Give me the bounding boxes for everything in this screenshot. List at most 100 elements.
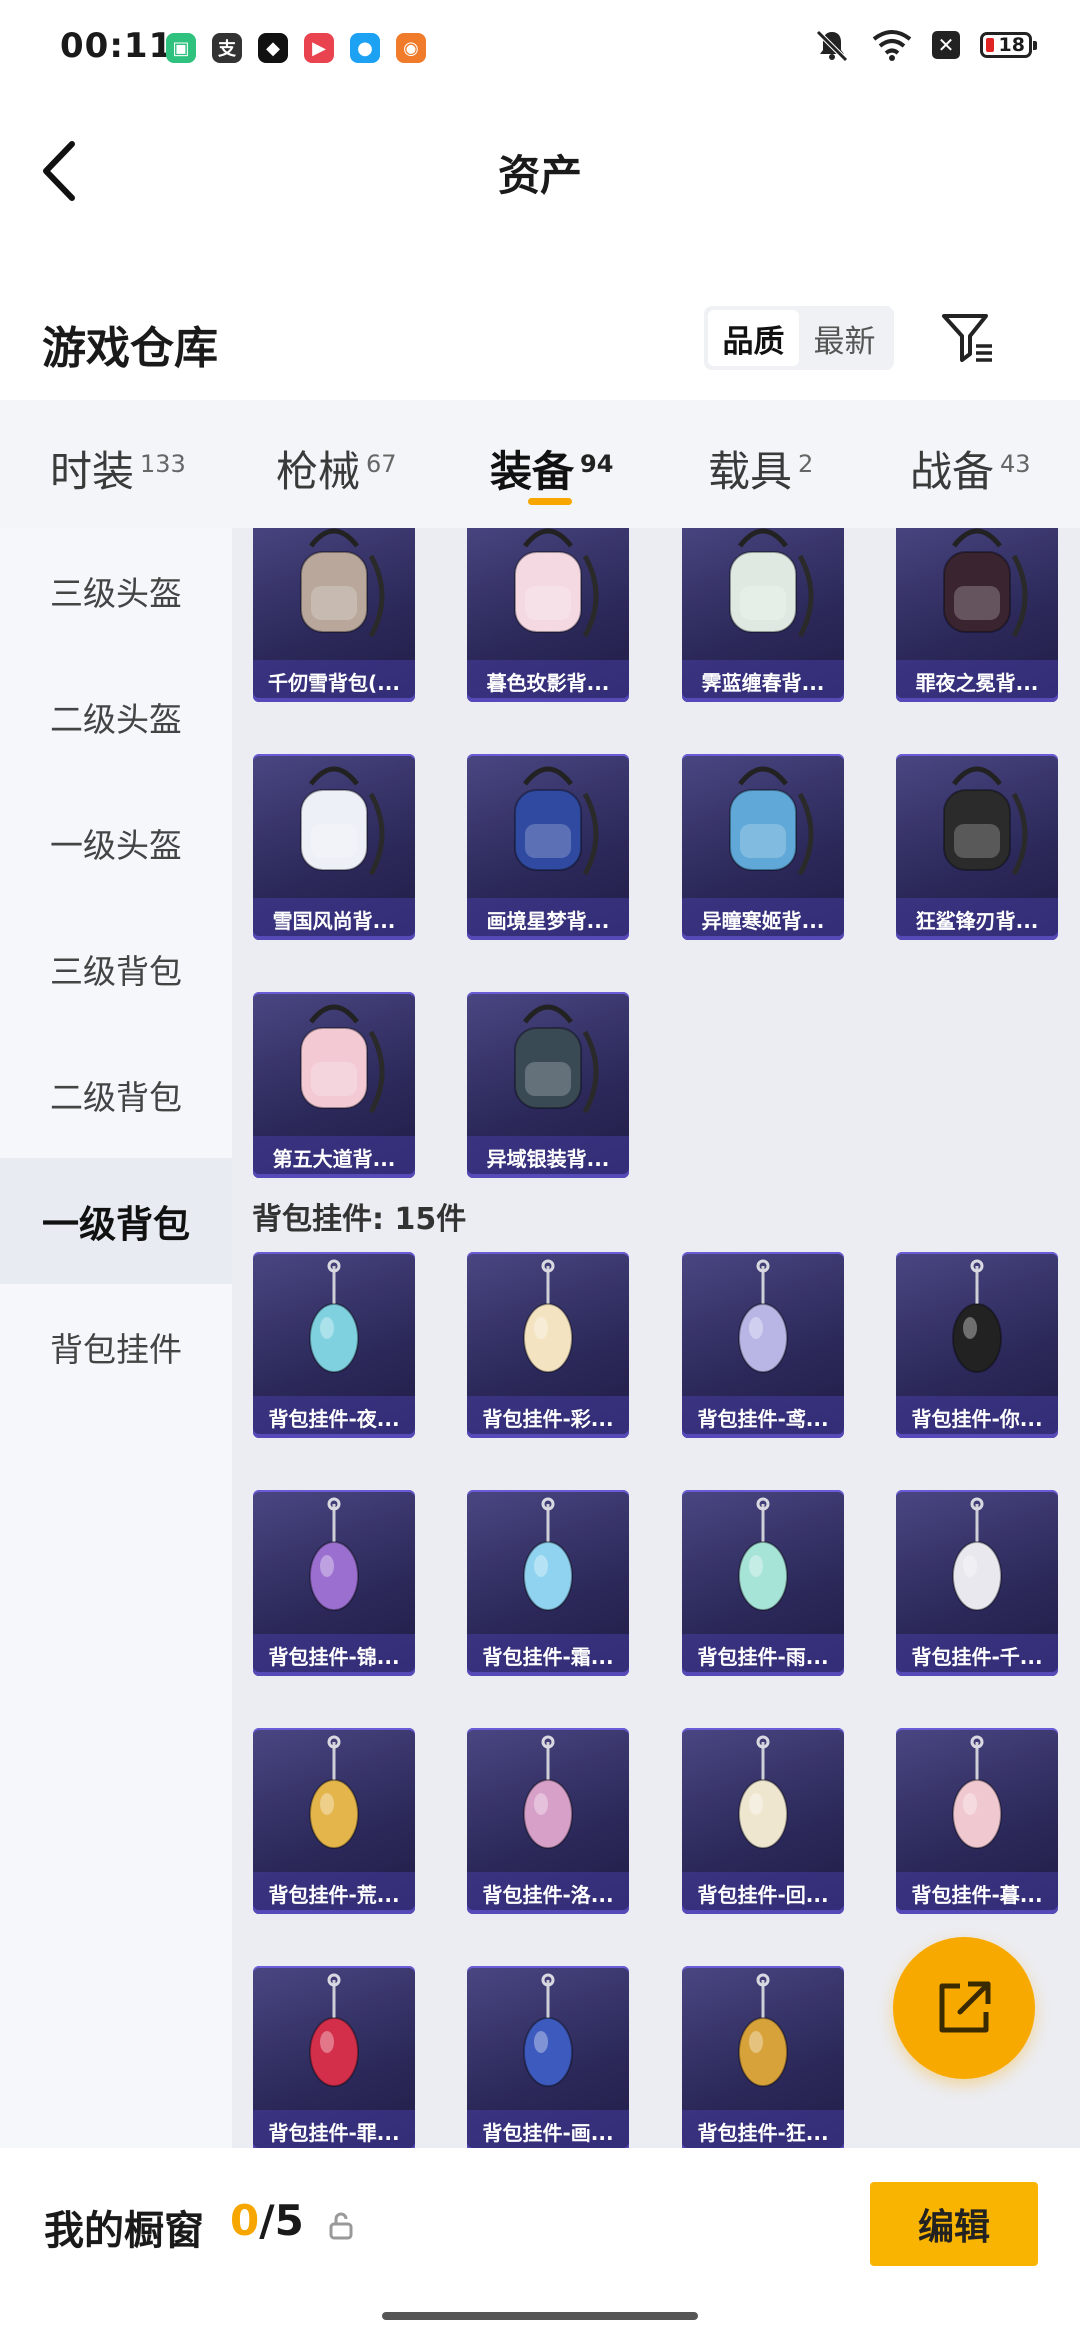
item-name: 背包挂件-彩... (467, 1396, 629, 1438)
tab-gear[interactable]: 战备 43 (910, 438, 1031, 499)
charm-card[interactable]: 背包挂件-你... (896, 1252, 1058, 1438)
tab-fashion[interactable]: 时装 133 (50, 438, 186, 499)
item-name: 雪国风尚背... (253, 898, 415, 940)
item-name: 背包挂件-夜... (253, 1396, 415, 1438)
item-name: 背包挂件-罪... (253, 2110, 415, 2148)
tab-vehicles[interactable]: 载具 2 (708, 438, 813, 499)
backpack-card[interactable]: 千仞雪背包(... (253, 528, 415, 702)
wifi-icon (872, 30, 912, 61)
backpack-card[interactable]: 异瞳寒姬背... (682, 754, 844, 940)
item-name: 霁蓝缠春背... (682, 660, 844, 702)
battery-level: 18 (998, 34, 1025, 56)
tab-label: 载具 (708, 447, 793, 496)
backpack-card[interactable]: 暮色玫影背... (467, 528, 629, 702)
item-grid: 背包挂件: 15件 千仞雪背包(... 暮色玫影背... 霁蓝缠春背... 罪夜之冕背… (232, 528, 1080, 2148)
item-name: 背包挂件-荒... (253, 1872, 415, 1914)
warehouse-title: 游戏仓库 (42, 323, 218, 374)
sort-toggle: 品质 最新 (704, 306, 894, 370)
charm-card[interactable]: 背包挂件-千... (896, 1490, 1058, 1676)
item-name: 背包挂件-锦... (253, 1634, 415, 1676)
tab-label: 枪械 (276, 447, 361, 496)
game-app-icon: ◉ (396, 33, 426, 63)
charm-card[interactable]: 背包挂件-回... (682, 1728, 844, 1914)
video-app-icon: ▶ (304, 33, 334, 63)
sidebar-item-level2-backpack[interactable]: 二级背包 (0, 1032, 232, 1158)
backpack-card[interactable]: 霁蓝缠春背... (682, 528, 844, 702)
filter-icon[interactable] (940, 310, 996, 366)
charm-card[interactable]: 背包挂件-狂... (682, 1966, 844, 2148)
tab-equipment[interactable]: 装备 94 (490, 438, 613, 499)
sidebar-item-level1-backpack[interactable]: 一级背包 (0, 1158, 232, 1284)
charm-card[interactable]: 背包挂件-雨... (682, 1490, 844, 1676)
backpack-card[interactable]: 雪国风尚背... (253, 754, 415, 940)
item-name: 背包挂件-暮... (896, 1872, 1058, 1914)
page-title: 资产 (497, 151, 582, 200)
item-name: 画境星梦背... (467, 898, 629, 940)
charm-card[interactable]: 背包挂件-罪... (253, 1966, 415, 2148)
backpack-card[interactable]: 狂鲨锋刃背... (896, 754, 1058, 940)
tab-count: 133 (140, 450, 186, 478)
tab-count: 94 (580, 450, 614, 478)
charm-card[interactable]: 背包挂件-暮... (896, 1728, 1058, 1914)
home-indicator[interactable] (382, 2312, 698, 2320)
sidebar-item-level2-helmet[interactable]: 二级头盔 (0, 654, 232, 780)
tab-count: 43 (1000, 450, 1031, 478)
sim-disabled-icon: ✕ (932, 31, 960, 59)
item-name: 背包挂件-回... (682, 1872, 844, 1914)
backpack-card[interactable]: 异域银装背... (467, 992, 629, 1178)
item-name: 背包挂件-画... (467, 2110, 629, 2148)
charm-card[interactable]: 背包挂件-荒... (253, 1728, 415, 1914)
charm-section-header: 背包挂件: 15件 (252, 1202, 467, 1237)
item-name: 异瞳寒姬背... (682, 898, 844, 940)
status-time: 00:11 (60, 26, 174, 66)
charm-card[interactable]: 背包挂件-洛... (467, 1728, 629, 1914)
sort-quality-button[interactable]: 品质 (708, 310, 799, 366)
charm-card[interactable]: 背包挂件-画... (467, 1966, 629, 2148)
shield-app-icon: ◆ (258, 33, 288, 63)
external-link-icon (939, 1981, 991, 2033)
item-name: 罪夜之冕背... (896, 660, 1058, 702)
item-name: 背包挂件-鸢... (682, 1396, 844, 1438)
item-name: 背包挂件-洛... (467, 1872, 629, 1914)
zhifubao-icon: 支 (212, 33, 242, 63)
item-name: 背包挂件-狂... (682, 2110, 844, 2148)
backpack-card[interactable]: 第五大道背... (253, 992, 415, 1178)
charm-card[interactable]: 背包挂件-鸢... (682, 1252, 844, 1438)
sidebar-item-level1-helmet[interactable]: 一级头盔 (0, 780, 232, 906)
sidebar-item-level3-backpack[interactable]: 三级背包 (0, 906, 232, 1032)
sidebar-item-level3-helmet[interactable]: 三级头盔 (0, 528, 232, 654)
item-name: 背包挂件-你... (896, 1396, 1058, 1438)
share-button[interactable] (893, 1937, 1035, 2079)
item-name: 千仞雪背包(... (253, 660, 415, 702)
charm-card[interactable]: 背包挂件-彩... (467, 1252, 629, 1438)
item-name: 暮色玫影背... (467, 660, 629, 702)
active-tab-indicator (528, 498, 572, 505)
showcase-current: 0 (230, 2196, 260, 2245)
item-name: 第五大道背... (253, 1136, 415, 1178)
battery-icon: 18 (980, 32, 1037, 58)
charm-card[interactable]: 背包挂件-霜... (467, 1490, 629, 1676)
sidebar-item-backpack-charm[interactable]: 背包挂件 (0, 1284, 232, 1410)
charm-card[interactable]: 背包挂件-夜... (253, 1252, 415, 1438)
tab-label: 战备 (910, 447, 995, 496)
phone-manager-icon: ▣ (166, 33, 196, 63)
tab-count: 2 (798, 450, 814, 478)
sort-latest-button[interactable]: 最新 (799, 310, 890, 366)
edit-button[interactable]: 编辑 (870, 2182, 1038, 2266)
tab-guns[interactable]: 枪械 67 (276, 438, 397, 499)
qq-icon: ● (350, 33, 380, 63)
sidebar: 三级头盔 二级头盔 一级头盔 三级背包 二级背包 一级背包 背包挂件 (0, 528, 232, 2148)
backpack-card[interactable]: 罪夜之冕背... (896, 528, 1058, 702)
item-name: 狂鲨锋刃背... (896, 898, 1058, 940)
status-right: ✕ 18 (812, 28, 1037, 62)
showcase-count: 0/5 (230, 2196, 304, 2245)
charm-card[interactable]: 背包挂件-锦... (253, 1490, 415, 1676)
item-name: 背包挂件-霜... (467, 1634, 629, 1676)
showcase-total: /5 (259, 2196, 304, 2245)
tab-label: 时装 (50, 447, 135, 496)
mute-bell-icon (816, 30, 848, 62)
item-name: 异域银装背... (467, 1136, 629, 1178)
tab-label: 装备 (490, 447, 575, 496)
item-name: 背包挂件-雨... (682, 1634, 844, 1676)
backpack-card[interactable]: 画境星梦背... (467, 754, 629, 940)
